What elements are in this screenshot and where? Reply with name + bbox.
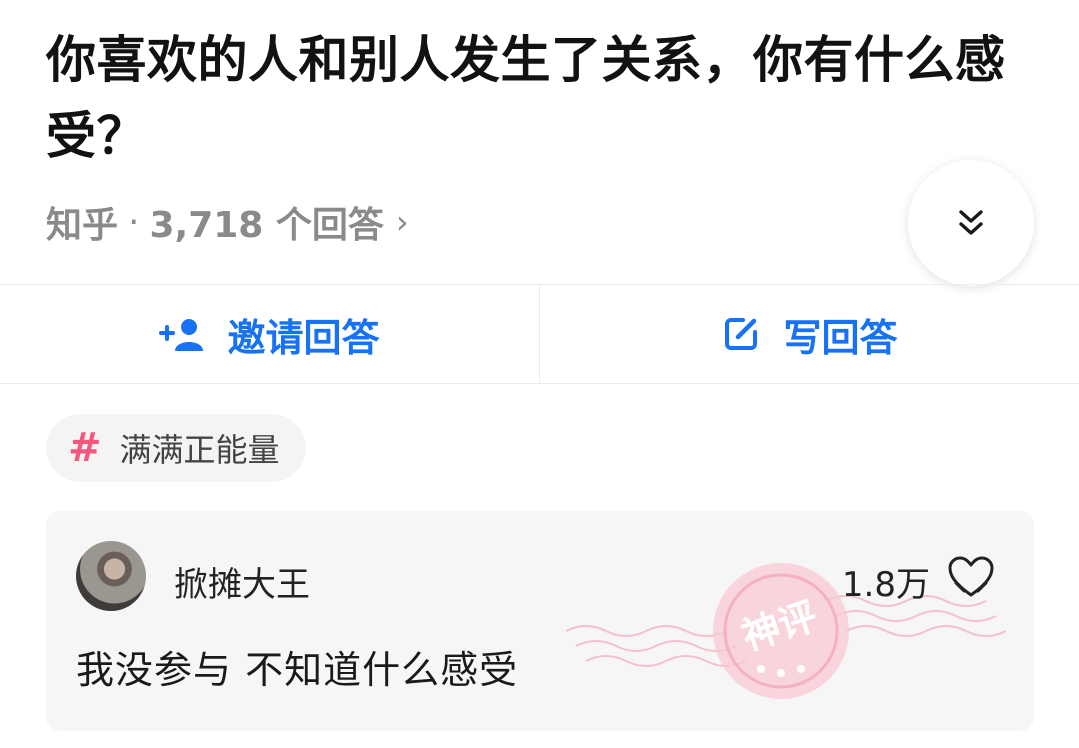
question-meta[interactable]: 知乎 · 3,718 个回答 ›: [46, 196, 409, 248]
write-answer-label: 写回答: [783, 315, 898, 360]
author-name[interactable]: 掀摊大王: [174, 557, 310, 606]
edit-icon: [721, 314, 761, 354]
author-avatar[interactable]: [76, 541, 146, 611]
answer-count[interactable]: 3,718 个回答: [149, 196, 383, 248]
source-label: 知乎: [46, 205, 119, 246]
double-chevron-down-icon: [959, 210, 983, 235]
like-count: 1.8万: [841, 565, 930, 605]
write-answer-button[interactable]: 写回答: [539, 285, 1079, 383]
meta-separator: ·: [128, 201, 140, 243]
heart-hands-icon[interactable]: [948, 555, 994, 599]
invite-answer-label: 邀请回答: [227, 315, 380, 360]
hashtag-icon: #: [68, 425, 102, 471]
answer-excerpt[interactable]: 我没参与 不知道什么感受: [76, 639, 518, 694]
chevron-right-icon: ›: [395, 203, 409, 241]
invite-answer-button[interactable]: 邀请回答: [0, 285, 539, 383]
add-person-icon: [159, 317, 205, 351]
action-bar: 邀请回答 写回答: [0, 284, 1079, 384]
topic-label: 满满正能量: [119, 431, 280, 469]
topic-chip[interactable]: # 满满正能量: [46, 414, 306, 482]
expand-button[interactable]: [908, 160, 1034, 286]
featured-answer-card[interactable]: 神评 掀摊大王 1.8万 我没参与 不知道什么感受: [46, 511, 1034, 731]
stamp-icon: 神评: [566, 563, 1006, 699]
question-page: 你喜欢的人和别人发生了关系，你有什么感受？ 知乎 · 3,718 个回答 › 邀…: [0, 0, 1079, 748]
question-title[interactable]: 你喜欢的人和别人发生了关系，你有什么感受？: [46, 22, 1046, 174]
